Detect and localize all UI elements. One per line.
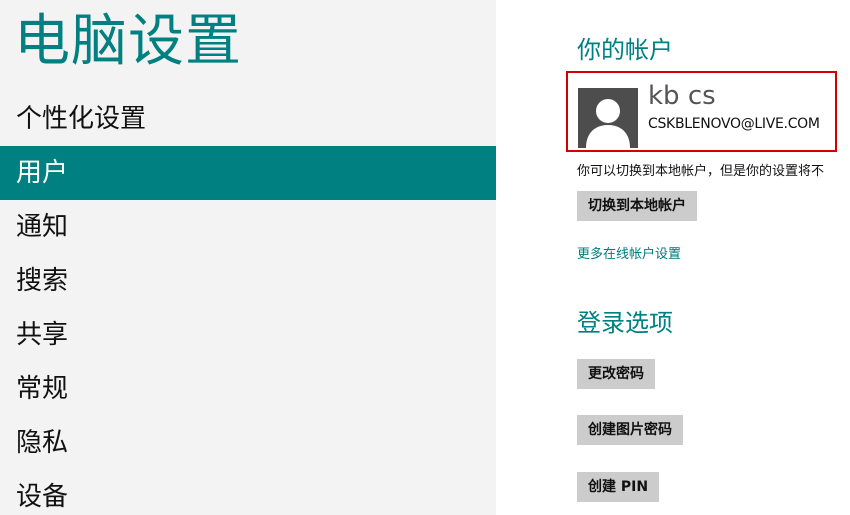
nav-item-share[interactable]: 共享 — [0, 308, 496, 362]
nav-item-devices[interactable]: 设备 — [0, 470, 496, 515]
nav-item-privacy[interactable]: 隐私 — [0, 416, 496, 470]
pc-settings-window: 电脑设置 个性化设置 用户 通知 搜索 共享 常规 隐私 设备 你的帐户 kb … — [0, 0, 850, 515]
nav-item-users[interactable]: 用户 — [0, 146, 496, 200]
local-account-info-text: 你可以切换到本地帐户，但是你的设置将不 — [577, 164, 825, 179]
nav-item-personalize[interactable]: 个性化设置 — [0, 92, 496, 146]
user-silhouette-icon — [586, 99, 630, 148]
app-title: 电脑设置 — [14, 9, 242, 74]
user-email: CSKBLENOVO@LIVE.COM — [648, 116, 820, 132]
your-account-heading: 你的帐户 — [577, 36, 673, 64]
nav-item-search[interactable]: 搜索 — [0, 254, 496, 308]
more-online-account-settings-link[interactable]: 更多在线帐户设置 — [577, 246, 681, 264]
user-name: kb cs — [648, 81, 716, 111]
create-pin-button[interactable]: 创建 PIN — [577, 472, 660, 502]
change-password-button[interactable]: 更改密码 — [577, 359, 655, 389]
nav-list: 个性化设置 用户 通知 搜索 共享 常规 隐私 设备 — [0, 92, 496, 515]
account-card: kb cs CSKBLENOVO@LIVE.COM — [566, 71, 837, 152]
nav-item-general[interactable]: 常规 — [0, 362, 496, 416]
content-pane: 你的帐户 kb cs CSKBLENOVO@LIVE.COM 你可以切换到本地帐… — [496, 0, 850, 515]
sign-in-options-heading: 登录选项 — [577, 309, 673, 337]
sidebar: 电脑设置 个性化设置 用户 通知 搜索 共享 常规 隐私 设备 — [0, 0, 496, 515]
nav-item-notifications[interactable]: 通知 — [0, 200, 496, 254]
switch-to-local-account-button[interactable]: 切换到本地帐户 — [577, 191, 697, 221]
avatar — [578, 88, 638, 148]
create-picture-password-button[interactable]: 创建图片密码 — [577, 415, 683, 445]
